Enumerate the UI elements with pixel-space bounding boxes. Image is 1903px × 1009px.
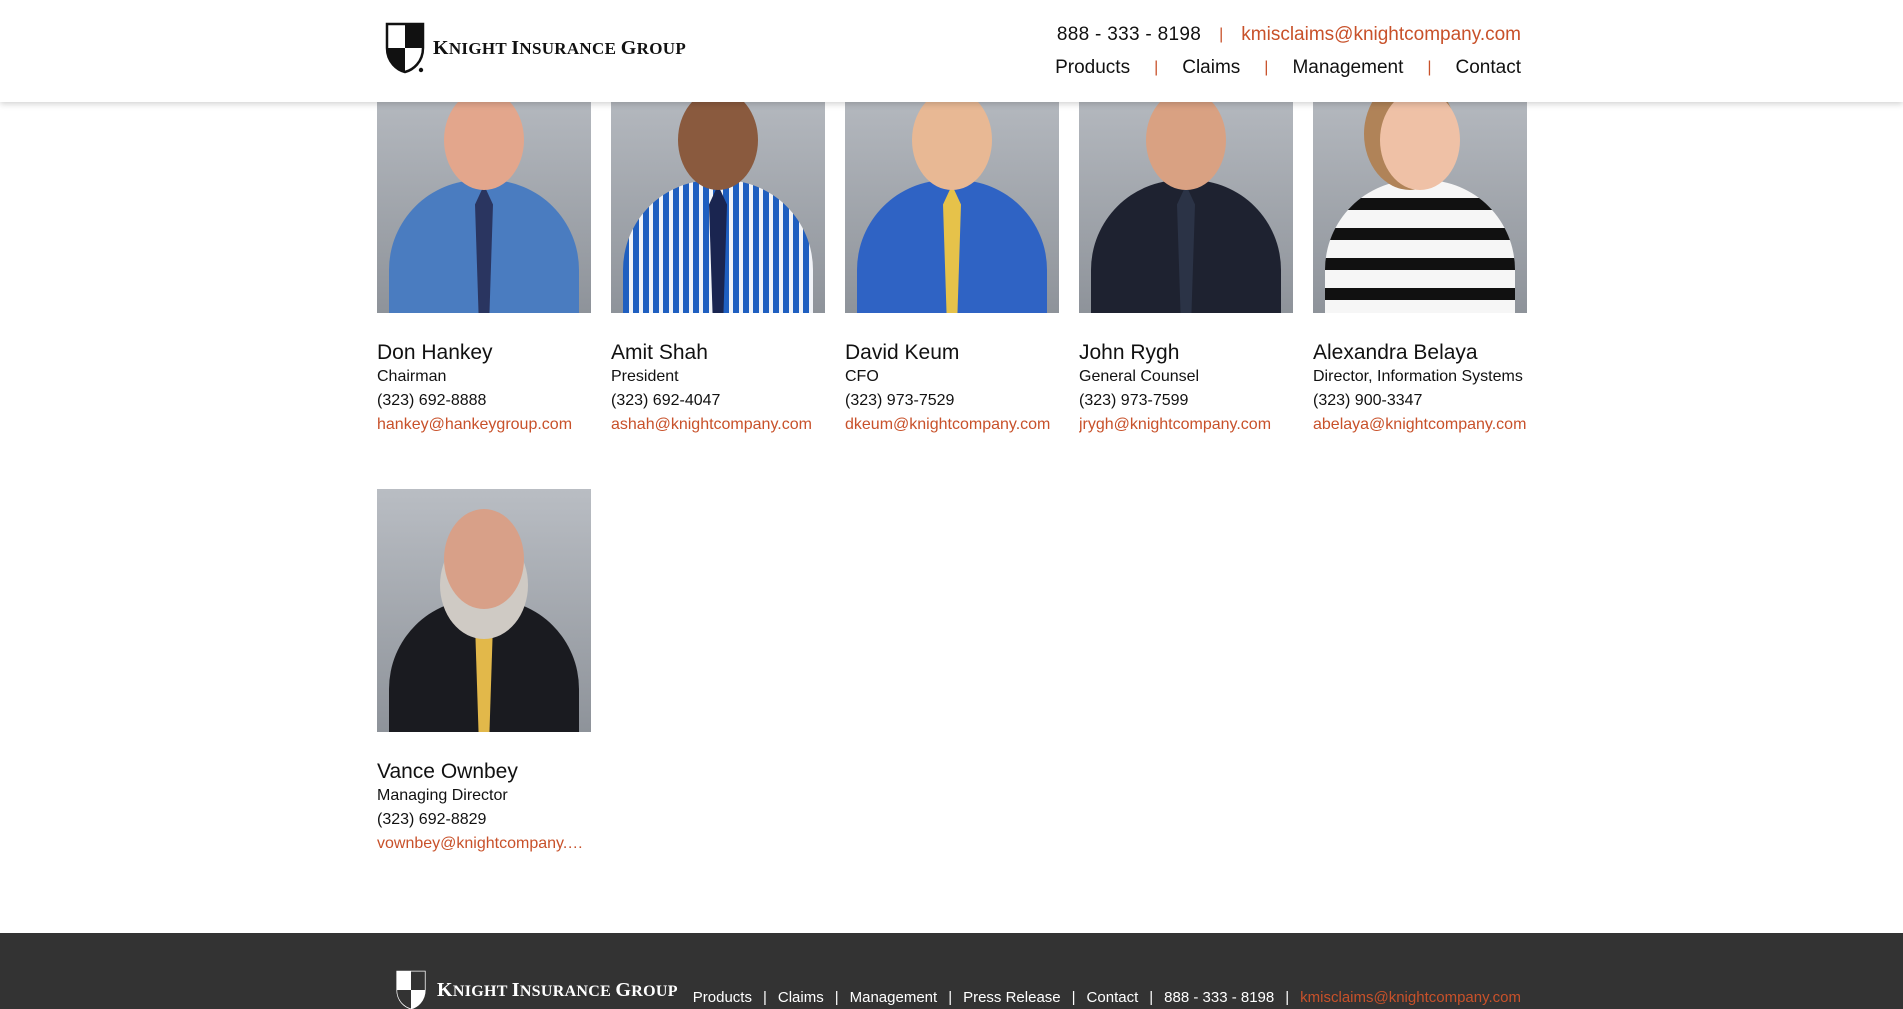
- divider: |: [1264, 59, 1269, 76]
- divider: |: [834, 989, 839, 1006]
- footer-email-link[interactable]: kmisclaims@knightcompany.com: [1300, 989, 1521, 1006]
- divider: |: [762, 989, 767, 1006]
- member-name: John Rygh: [1079, 341, 1180, 364]
- header-email-link[interactable]: kmisclaims@knightcompany.com: [1241, 24, 1521, 46]
- headshot-photo: [1079, 70, 1293, 313]
- header-contact: 888 - 333 - 8198 | kmisclaims@knightcomp…: [1057, 24, 1521, 46]
- headshot-photo: [845, 70, 1059, 313]
- member-phone: (323) 900-3347: [1313, 392, 1423, 409]
- member-title: President: [611, 368, 679, 385]
- header-phone[interactable]: 888 - 333 - 8198: [1057, 24, 1201, 46]
- main-nav: Products | Claims | Management | Contact: [1055, 57, 1521, 79]
- member-name: Don Hankey: [377, 341, 493, 364]
- team-card: Amit Shah President (323) 692-4047 ashah…: [611, 70, 825, 437]
- site-footer: KNIGHT INSURANCE GROUP Products | Claims…: [0, 933, 1903, 1009]
- divider: |: [1149, 989, 1154, 1006]
- member-email-link[interactable]: ashah@knightcompany.com: [611, 413, 825, 437]
- team-card: David Keum CFO (323) 973-7529 dkeum@knig…: [845, 70, 1059, 437]
- member-email-link[interactable]: abelaya@knightcompany.com: [1313, 413, 1527, 437]
- member-name: Alexandra Belaya: [1313, 341, 1478, 364]
- site-header: KNIGHT INSURANCE GROUP 888 - 333 - 8198 …: [0, 0, 1903, 102]
- nav-products[interactable]: Products: [1055, 57, 1130, 79]
- footer-brand-logo[interactable]: KNIGHT INSURANCE GROUP: [393, 970, 678, 1009]
- member-email-link[interactable]: dkeum@knightcompany.com: [845, 413, 1059, 437]
- member-title: Director, Information Systems: [1313, 368, 1523, 385]
- nav-contact[interactable]: Contact: [1456, 57, 1521, 79]
- brand-name: KNIGHT INSURANCE GROUP: [433, 36, 687, 59]
- footer-phone[interactable]: 888 - 333 - 8198: [1164, 989, 1274, 1006]
- member-name: Amit Shah: [611, 341, 708, 364]
- member-email-link[interactable]: hankey@hankeygroup.com: [377, 413, 591, 437]
- headshot-photo: [377, 489, 591, 732]
- footer-brand-name: KNIGHT INSURANCE GROUP: [437, 978, 678, 1001]
- divider: |: [948, 989, 953, 1006]
- brand-logo[interactable]: KNIGHT INSURANCE GROUP: [385, 22, 686, 74]
- team-card: John Rygh General Counsel (323) 973-7599…: [1079, 70, 1293, 437]
- divider: |: [1219, 26, 1224, 43]
- member-title: Chairman: [377, 368, 447, 385]
- footer-nav-contact[interactable]: Contact: [1087, 989, 1139, 1006]
- divider: |: [1427, 59, 1432, 76]
- member-title: Managing Director: [377, 787, 508, 804]
- member-email-link[interactable]: vownbey@knightcompany.com: [377, 832, 587, 856]
- divider: |: [1154, 59, 1159, 76]
- member-phone: (323) 692-4047: [611, 392, 721, 409]
- member-title: General Counsel: [1079, 368, 1200, 385]
- member-phone: (323) 692-8829: [377, 811, 487, 828]
- member-name: David Keum: [845, 341, 960, 364]
- member-phone: (323) 973-7529: [845, 392, 955, 409]
- nav-claims[interactable]: Claims: [1182, 57, 1240, 79]
- team-card: Alexandra Belaya Director, Information S…: [1313, 70, 1527, 437]
- headshot-photo: [377, 70, 591, 313]
- footer-nav-management[interactable]: Management: [850, 989, 938, 1006]
- team-card: Vance Ownbey Managing Director (323) 692…: [377, 489, 591, 856]
- headshot-photo: [611, 70, 825, 313]
- nav-management[interactable]: Management: [1292, 57, 1403, 79]
- footer-nav-products[interactable]: Products: [693, 989, 752, 1006]
- shield-logo-icon: [396, 970, 426, 1009]
- headshot-photo: [1313, 70, 1527, 313]
- member-title: CFO: [845, 368, 879, 385]
- member-email-link[interactable]: jrygh@knightcompany.com: [1079, 413, 1293, 437]
- footer-nav: Products | Claims | Management | Press R…: [693, 989, 1521, 1006]
- member-phone: (323) 973-7599: [1079, 392, 1189, 409]
- member-name: Vance Ownbey: [377, 760, 518, 783]
- team-card: Don Hankey Chairman (323) 692-8888 hanke…: [377, 70, 591, 437]
- footer-nav-claims[interactable]: Claims: [778, 989, 824, 1006]
- footer-nav-press-release[interactable]: Press Release: [963, 989, 1061, 1006]
- divider: |: [1285, 989, 1290, 1006]
- member-phone: (323) 692-8888: [377, 392, 487, 409]
- shield-logo-icon: [385, 22, 425, 74]
- divider: |: [1071, 989, 1076, 1006]
